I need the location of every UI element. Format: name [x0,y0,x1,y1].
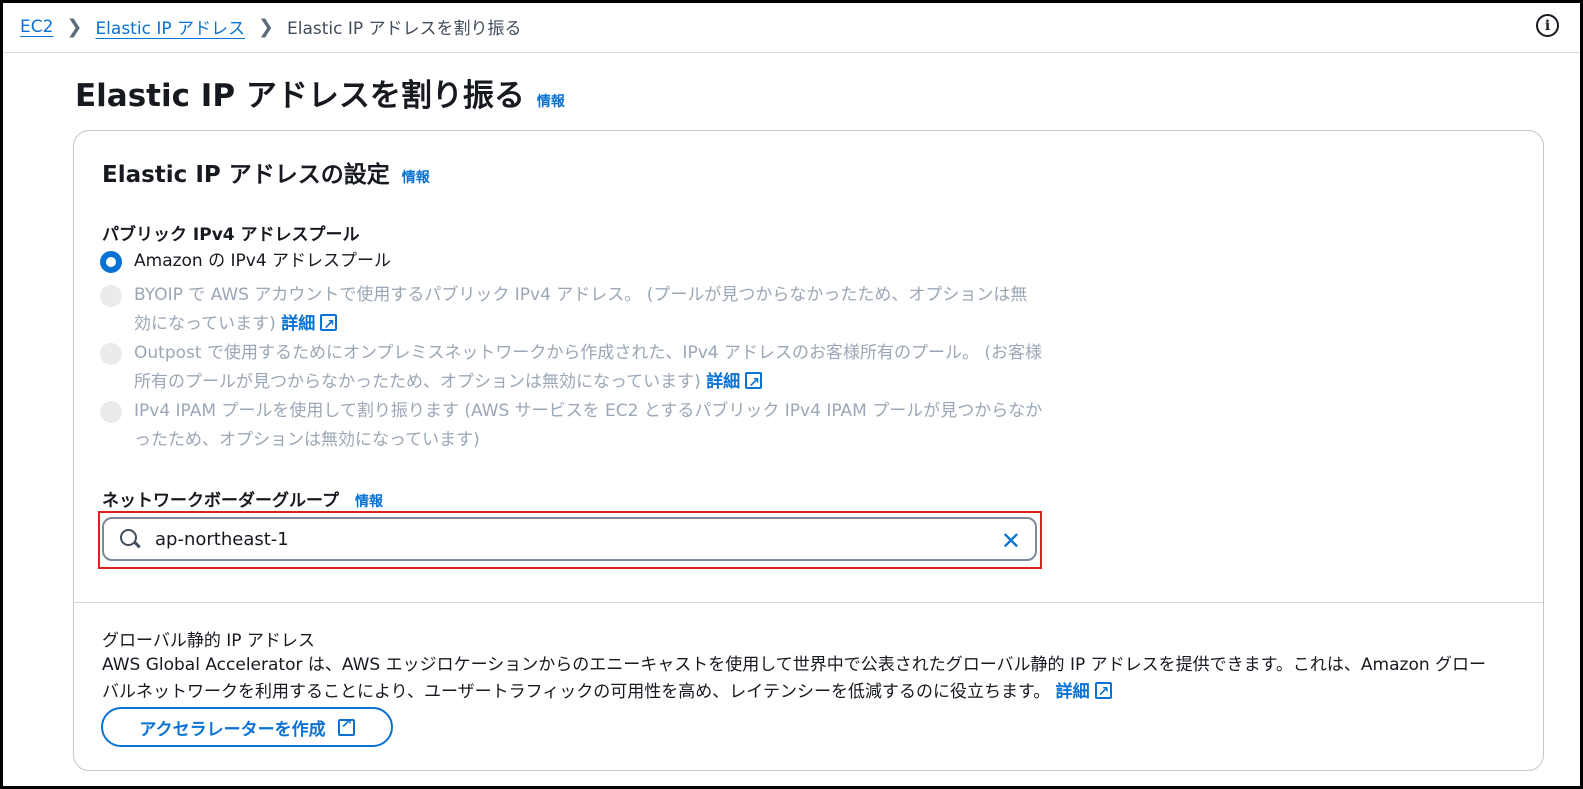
info-circle-icon[interactable]: i [1536,14,1559,37]
page-title: Elastic IP アドレスを割り振る 情報 [75,70,565,115]
radio-label: IPv4 IPAM プールを使用して割り振ります (AWS サービスを EC2 … [134,401,1043,450]
radio-outpost: Outpost で使用するためにオンプレミスネットワークから作成された、IPv4… [100,339,1044,398]
radio-disabled-icon [100,401,122,423]
radio-checked-icon[interactable] [100,251,122,273]
breadcrumb-ec2[interactable]: EC2 [20,17,53,37]
global-ip-heading: グローバル静的 IP アドレス [102,631,315,651]
radio-label: BYOIP で AWS アカウントで使用するパブリック IPv4 アドレス。 (… [134,281,1044,340]
radio-ipam: IPv4 IPAM プールを使用して割り振ります (AWS サービスを EC2 … [100,397,1044,455]
network-border-group-label: ネットワークボーダーグループ 情報 [102,491,383,511]
pool-label: パブリック IPv4 アドレスプール [102,225,360,245]
chevron-right-icon: ❯ [66,15,83,38]
search-value[interactable]: ap-northeast-1 [155,529,289,550]
breadcrumb: EC2 ❯ Elastic IP アドレス ❯ Elastic IP アドレスを… [20,14,522,40]
card-info-link[interactable]: 情報 [402,167,430,187]
byoip-learn-more-link[interactable]: 詳細 [281,311,338,340]
breadcrumb-bar: EC2 ❯ Elastic IP アドレス ❯ Elastic IP アドレスを… [3,3,1580,53]
external-link-icon [1094,679,1112,706]
radio-disabled-icon [100,285,122,307]
card-title: Elastic IP アドレスの設定 情報 [102,155,430,189]
external-link-icon [337,716,355,736]
divider [74,602,1543,603]
chevron-right-icon: ❯ [258,15,274,38]
radio-amazon-pool[interactable]: Amazon の IPv4 アドレスプール [100,247,1044,276]
card-title-text: Elastic IP アドレスの設定 [102,162,390,188]
page-info-link[interactable]: 情報 [537,91,565,111]
network-border-group-input[interactable]: ap-northeast-1 ✕ [102,517,1037,561]
global-ip-description: AWS Global Accelerator は、AWS エッジロケーションから… [102,652,1502,706]
nbg-info-link[interactable]: 情報 [355,491,383,511]
radio-byoip: BYOIP で AWS アカウントで使用するパブリック IPv4 アドレス。 (… [100,281,1044,340]
clear-icon[interactable]: ✕ [1001,527,1021,555]
create-accelerator-button[interactable]: アクセラレーターを作成 [101,707,393,747]
external-link-icon [745,369,763,398]
radio-disabled-icon [100,343,122,365]
external-link-icon [320,311,338,340]
breadcrumb-current: Elastic IP アドレスを割り振る [286,19,522,39]
page-title-text: Elastic IP アドレスを割り振る [75,78,525,114]
outpost-learn-more-link[interactable]: 詳細 [706,369,763,398]
global-ip-learn-more-link[interactable]: 詳細 [1056,679,1112,706]
radio-label: Amazon の IPv4 アドレスプール [134,251,392,271]
breadcrumb-elastic-ip[interactable]: Elastic IP アドレス [95,14,245,39]
radio-label: Outpost で使用するためにオンプレミスネットワークから作成された、IPv4… [134,339,1044,398]
settings-card: Elastic IP アドレスの設定 情報 パブリック IPv4 アドレスプール… [73,130,1544,771]
search-icon [119,528,141,550]
